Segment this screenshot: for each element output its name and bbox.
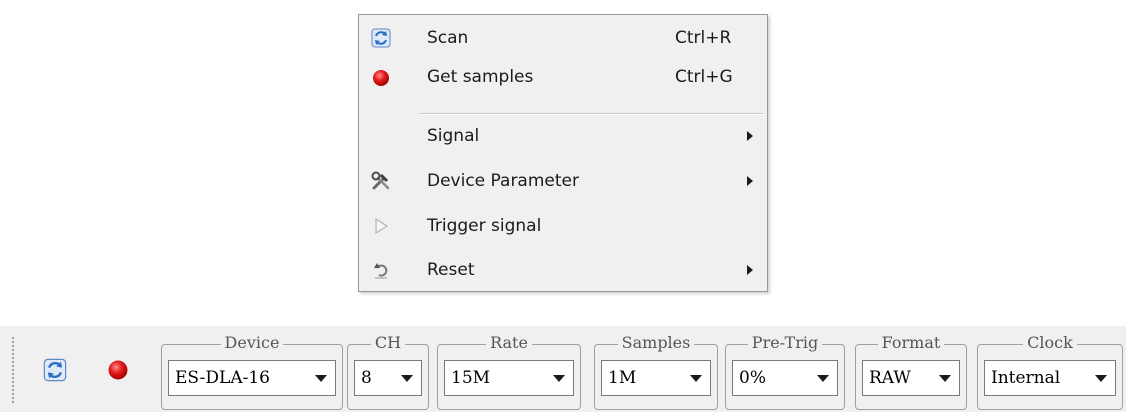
menu-item-label: Signal (427, 126, 480, 146)
menu-item-label: Get samples (427, 67, 534, 87)
clock-group: Clock Internal (977, 333, 1123, 410)
play-triangle-icon (370, 215, 392, 237)
device-select[interactable]: ES-DLA-16 (168, 360, 336, 396)
rate-group: Rate 15M (437, 333, 581, 410)
chevron-down-icon (401, 375, 413, 382)
clock-select[interactable]: Internal (984, 360, 1116, 396)
clock-legend: Clock (1023, 333, 1077, 352)
context-menu: Scan Ctrl+R Get samples Ctrl+G Signal De… (358, 14, 768, 292)
tools-icon (370, 170, 392, 192)
device-value: ES-DLA-16 (175, 368, 270, 388)
rate-select[interactable]: 15M (444, 360, 574, 396)
toolbar-grip-handle[interactable] (11, 336, 15, 404)
pre-trig-group: Pre-Trig 0% (725, 333, 845, 410)
menu-item-scan[interactable]: Scan Ctrl+R (359, 19, 767, 57)
rate-value: 15M (451, 368, 491, 388)
chevron-down-icon (1095, 375, 1107, 382)
menu-item-label: Reset (427, 260, 475, 280)
format-value: RAW (869, 368, 911, 388)
reset-arrow-icon (370, 259, 392, 281)
format-select[interactable]: RAW (862, 360, 960, 396)
menu-item-get-samples[interactable]: Get samples Ctrl+G (359, 58, 767, 96)
menu-item-device-parameter[interactable]: Device Parameter (359, 162, 767, 200)
chevron-down-icon (817, 375, 829, 382)
menu-item-label: Trigger signal (427, 216, 542, 236)
chevron-down-icon (939, 375, 951, 382)
menu-item-shortcut: Ctrl+G (675, 67, 733, 87)
menu-item-shortcut: Ctrl+R (675, 28, 732, 48)
menu-item-label: Scan (427, 28, 469, 48)
clock-value: Internal (991, 368, 1061, 388)
menu-item-label: Device Parameter (427, 171, 579, 191)
record-dot-icon (108, 360, 128, 380)
ch-select[interactable]: 8 (354, 360, 422, 396)
refresh-icon (370, 27, 392, 49)
format-legend: Format (877, 333, 945, 352)
device-legend: Device (220, 333, 284, 352)
samples-group: Samples 1M (594, 333, 718, 410)
get-samples-button[interactable] (104, 356, 132, 384)
rate-legend: Rate (486, 333, 532, 352)
format-group: Format RAW (855, 333, 967, 410)
chevron-down-icon (690, 375, 702, 382)
submenu-arrow-icon (747, 265, 753, 275)
pre-trig-select[interactable]: 0% (732, 360, 838, 396)
ch-legend: CH (370, 333, 406, 352)
samples-value: 1M (608, 368, 637, 388)
samples-legend: Samples (617, 333, 695, 352)
pre-trig-legend: Pre-Trig (747, 333, 823, 352)
menu-item-trigger-signal[interactable]: Trigger signal (359, 207, 767, 245)
menu-item-reset[interactable]: Reset (359, 251, 767, 289)
menu-item-signal[interactable]: Signal (359, 117, 767, 155)
device-group: Device ES-DLA-16 (161, 333, 343, 410)
submenu-arrow-icon (747, 176, 753, 186)
ch-group: CH 8 (347, 333, 429, 410)
record-dot-icon (370, 66, 392, 88)
pre-trig-value: 0% (739, 368, 766, 388)
submenu-arrow-icon (747, 131, 753, 141)
scan-button[interactable] (41, 356, 69, 384)
chevron-down-icon (553, 375, 565, 382)
refresh-icon (43, 358, 67, 382)
samples-select[interactable]: 1M (601, 360, 711, 396)
menu-separator (419, 113, 763, 115)
toolbar: Device ES-DLA-16 CH 8 Rate 15M Samples 1… (0, 326, 1126, 412)
chevron-down-icon (315, 375, 327, 382)
ch-value: 8 (361, 368, 372, 388)
